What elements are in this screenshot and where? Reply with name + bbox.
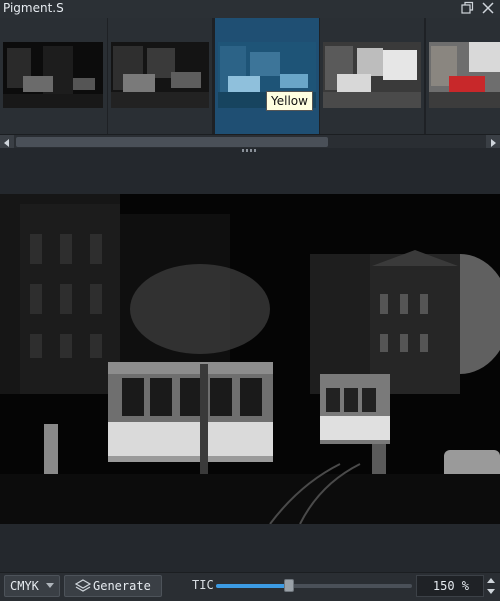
title-bar: Pigment.S <box>0 0 500 19</box>
restore-window-icon[interactable] <box>460 1 474 15</box>
tic-slider-fill <box>216 584 289 588</box>
thumbnail-magenta-image <box>111 42 209 108</box>
spin-down-icon[interactable] <box>485 586 497 597</box>
thumbnail-cyan[interactable] <box>0 18 107 134</box>
zoom-value: 150 % <box>432 579 469 593</box>
tic-slider[interactable] <box>216 579 412 592</box>
bottom-toolbar: CMYK Generate TIC 150 % <box>0 572 500 601</box>
generate-button[interactable]: Generate <box>64 575 162 597</box>
thumbnail-magenta[interactable] <box>108 18 212 134</box>
channel-preview-image <box>0 194 500 524</box>
color-mode-select[interactable]: CMYK <box>4 575 60 597</box>
scrollbar-thumb[interactable] <box>16 137 328 147</box>
tic-slider-handle[interactable] <box>284 579 294 592</box>
generate-label: Generate <box>93 579 151 593</box>
thumbnail-composite[interactable] <box>426 18 500 134</box>
close-icon[interactable] <box>481 1 495 15</box>
tic-label: TIC <box>192 578 214 592</box>
scroll-right-arrow[interactable] <box>486 135 500 149</box>
layers-icon <box>75 579 91 592</box>
zoom-input[interactable]: 150 % <box>416 575 484 597</box>
spin-up-icon[interactable] <box>485 575 497 586</box>
panel-splitter[interactable] <box>0 148 500 154</box>
window-title: Pigment.S <box>3 1 64 15</box>
splitter-grip[interactable] <box>242 149 258 152</box>
thumbnail-key[interactable] <box>320 18 424 134</box>
thumbnail-scrollbar[interactable] <box>0 134 500 149</box>
chevron-down-icon <box>46 583 54 588</box>
color-mode-value: CMYK <box>10 579 39 593</box>
thumbnail-composite-image <box>429 42 500 108</box>
scroll-left-arrow[interactable] <box>0 135 14 149</box>
channel-preview-canvas[interactable] <box>0 194 500 524</box>
thumbnail-yellow[interactable] <box>215 18 319 134</box>
thumbnail-key-image <box>323 42 421 108</box>
tooltip: Yellow <box>266 91 313 111</box>
thumbnail-cyan-image <box>3 42 103 108</box>
channel-thumbnail-strip: Yellow <box>0 18 500 134</box>
